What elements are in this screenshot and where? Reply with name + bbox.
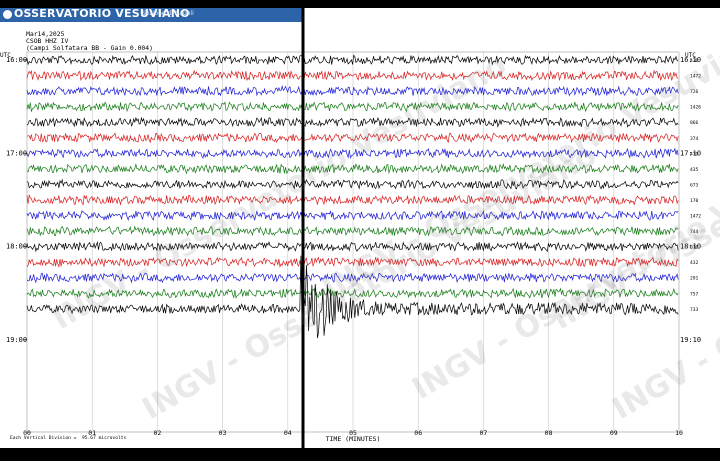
hour-label-left: 18:00 <box>6 243 27 251</box>
seismic-trace <box>26 240 679 253</box>
trace-scale-label: 479 <box>690 151 699 157</box>
seismic-trace <box>26 147 679 159</box>
trace-scale-label: 726 <box>690 89 699 95</box>
x-tick-label: 06 <box>414 429 422 437</box>
seismic-trace <box>26 256 679 268</box>
seismic-trace <box>26 54 679 66</box>
x-tick-label: 02 <box>153 429 161 437</box>
hour-label-left: 16:00 <box>6 56 27 64</box>
x-tick-label: 07 <box>479 429 487 437</box>
x-tick-label: 10 <box>675 429 683 437</box>
seismic-trace <box>26 101 679 113</box>
x-axis-label: TIME (MINUTES) <box>326 435 381 443</box>
hour-label-right: 19:10 <box>680 336 701 344</box>
trace-scale-label: 733 <box>690 307 699 313</box>
division-label: Each Vertical Division = <box>10 435 77 441</box>
seismic-trace <box>26 69 679 82</box>
trace-scale-label: 1472 <box>690 74 701 80</box>
seismic-trace <box>26 255 679 339</box>
hour-label-left: 17:00 <box>6 149 27 157</box>
x-tick-label: 04 <box>284 429 292 437</box>
trace-scale-label: 1472 <box>690 214 701 220</box>
trace-scale-label: 170 <box>690 198 699 204</box>
seismic-trace <box>26 162 679 175</box>
x-tick-label: 03 <box>219 429 227 437</box>
bottom-bar <box>0 448 720 461</box>
seismic-trace <box>26 132 679 144</box>
seismic-trace <box>26 85 679 97</box>
trace-scale-label: 610 <box>690 245 699 251</box>
trace-scale-label: 1426 <box>690 105 701 111</box>
seismic-trace <box>26 178 679 190</box>
trace-scale-label: 744 <box>690 229 699 235</box>
trace-scale-label: 435 <box>690 167 699 173</box>
division-value: 95.67 microvolts <box>82 435 126 441</box>
trace-scale-label: 432 <box>690 260 699 266</box>
trace-scale-label: 673 <box>690 182 699 188</box>
x-tick-label: 08 <box>545 429 553 437</box>
trace-scale-label: 436 <box>690 58 699 64</box>
seismic-trace <box>26 193 679 206</box>
seismogram-plot: 00 01 02 03 04 05 06 07 08 09 10TIME (MINUTES)UTC U… <box>0 8 701 448</box>
hour-label-left: 19:00 <box>6 336 27 344</box>
x-tick-label: 09 <box>610 429 618 437</box>
seismic-trace <box>26 272 679 284</box>
helicorder-window: OSSERVATORIO VESUVIANO Sezione di Napoli… <box>0 0 720 461</box>
seismic-trace <box>26 287 679 299</box>
trace-scale-label: 866 <box>690 120 699 126</box>
seismic-trace <box>26 116 679 128</box>
seismic-trace <box>26 209 679 222</box>
trace-scale-label: 374 <box>690 136 699 142</box>
trace-scale-label: 757 <box>690 291 699 297</box>
trace-scale-label: 291 <box>690 276 699 282</box>
seismic-trace <box>26 225 679 237</box>
